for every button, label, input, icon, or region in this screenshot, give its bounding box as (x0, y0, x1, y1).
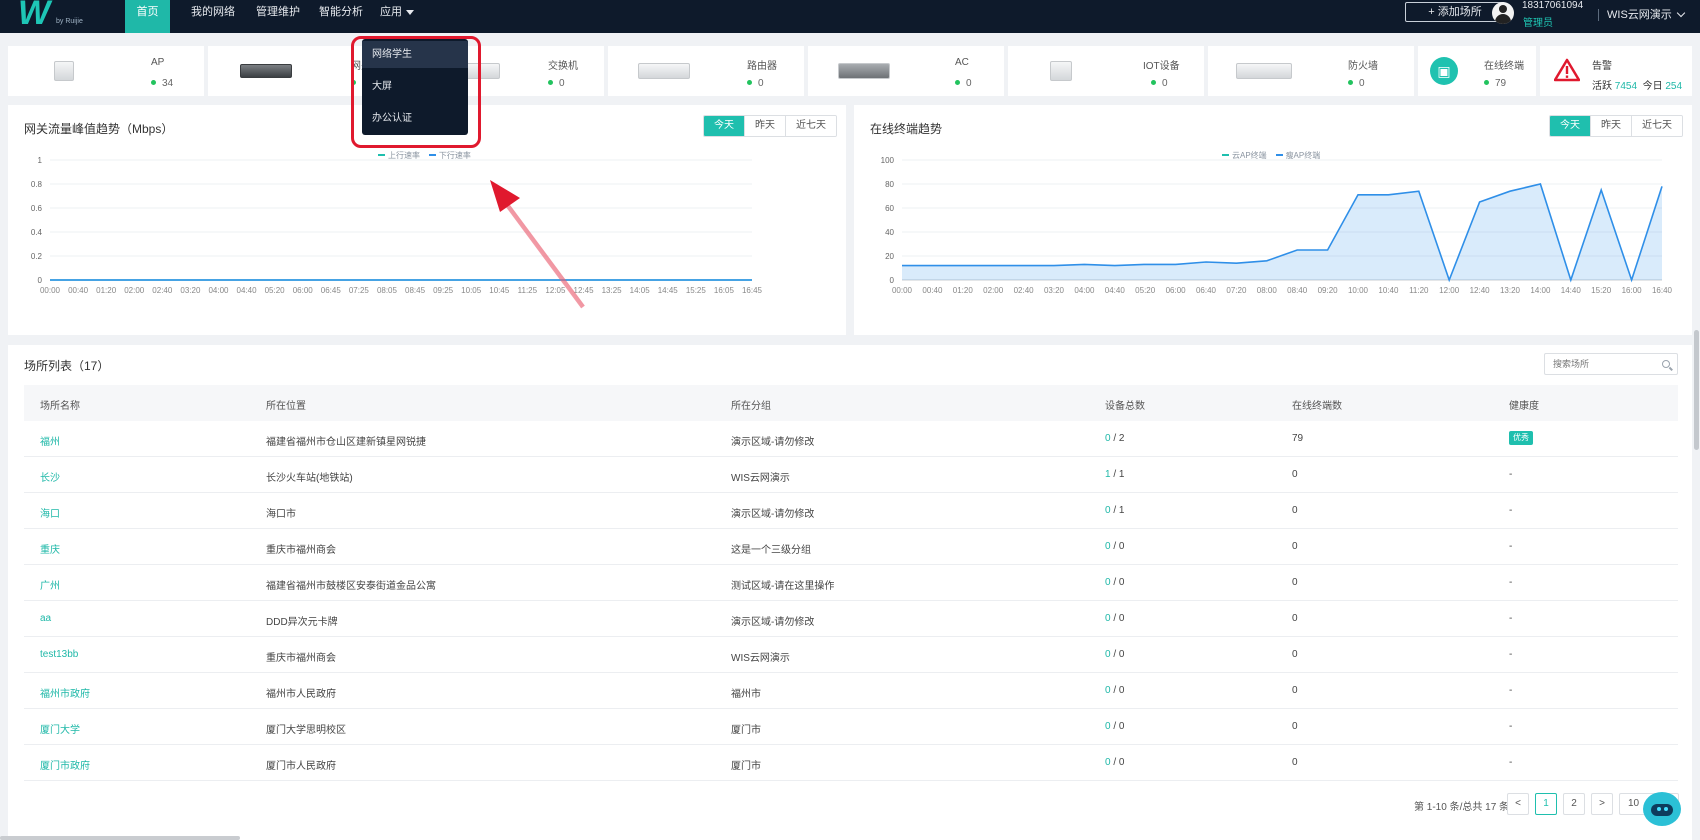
annotation-arrow-overlay (490, 180, 585, 309)
annotation-arrow-shaft (503, 200, 585, 309)
annotation-arrow-head (490, 180, 520, 212)
